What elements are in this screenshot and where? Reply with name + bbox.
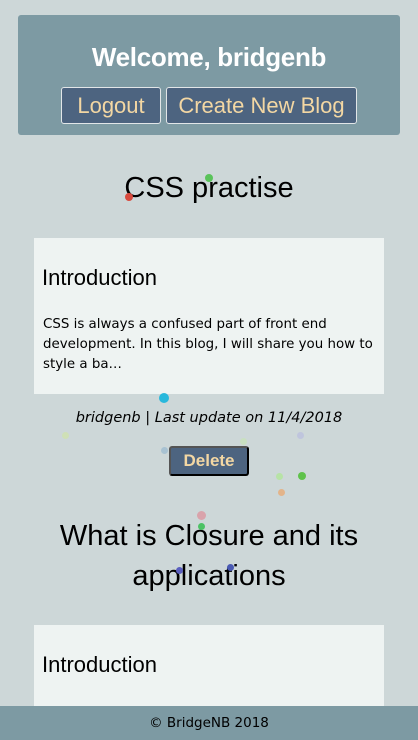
blog-page: Welcome, bridgenb Logout Create New Blog… xyxy=(0,0,418,740)
blog-meta: bridgenb | Last update on 11/4/2018 xyxy=(75,410,343,426)
decorative-dot xyxy=(240,438,247,445)
decorative-dot xyxy=(278,489,285,496)
decorative-dot xyxy=(62,432,69,439)
decorative-dot xyxy=(298,472,306,480)
blog-section-heading: Introduction xyxy=(42,652,157,677)
decorative-dot xyxy=(159,393,169,403)
decorative-dot xyxy=(276,473,283,480)
blog-excerpt: CSS is always a confused part of front e… xyxy=(43,317,373,372)
welcome-text: Welcome, bridgenb xyxy=(91,42,327,72)
create-new-blog-button[interactable]: Create New Blog xyxy=(166,87,357,124)
blog-title[interactable]: CSS practise xyxy=(0,168,418,208)
decorative-dot xyxy=(161,447,168,454)
footer: © BridgeNB 2018 xyxy=(0,706,418,740)
header-panel: Welcome, bridgenb Logout Create New Blog xyxy=(18,15,400,135)
blog-title[interactable]: What is Closure and its applications xyxy=(0,516,418,596)
blog-card[interactable]: Introduction CSS is always a confused pa… xyxy=(34,238,384,394)
blog-section-heading: Introduction xyxy=(42,265,157,290)
logout-button[interactable]: Logout xyxy=(61,87,161,124)
delete-button[interactable]: Delete xyxy=(169,446,249,476)
decorative-dot xyxy=(297,432,304,439)
